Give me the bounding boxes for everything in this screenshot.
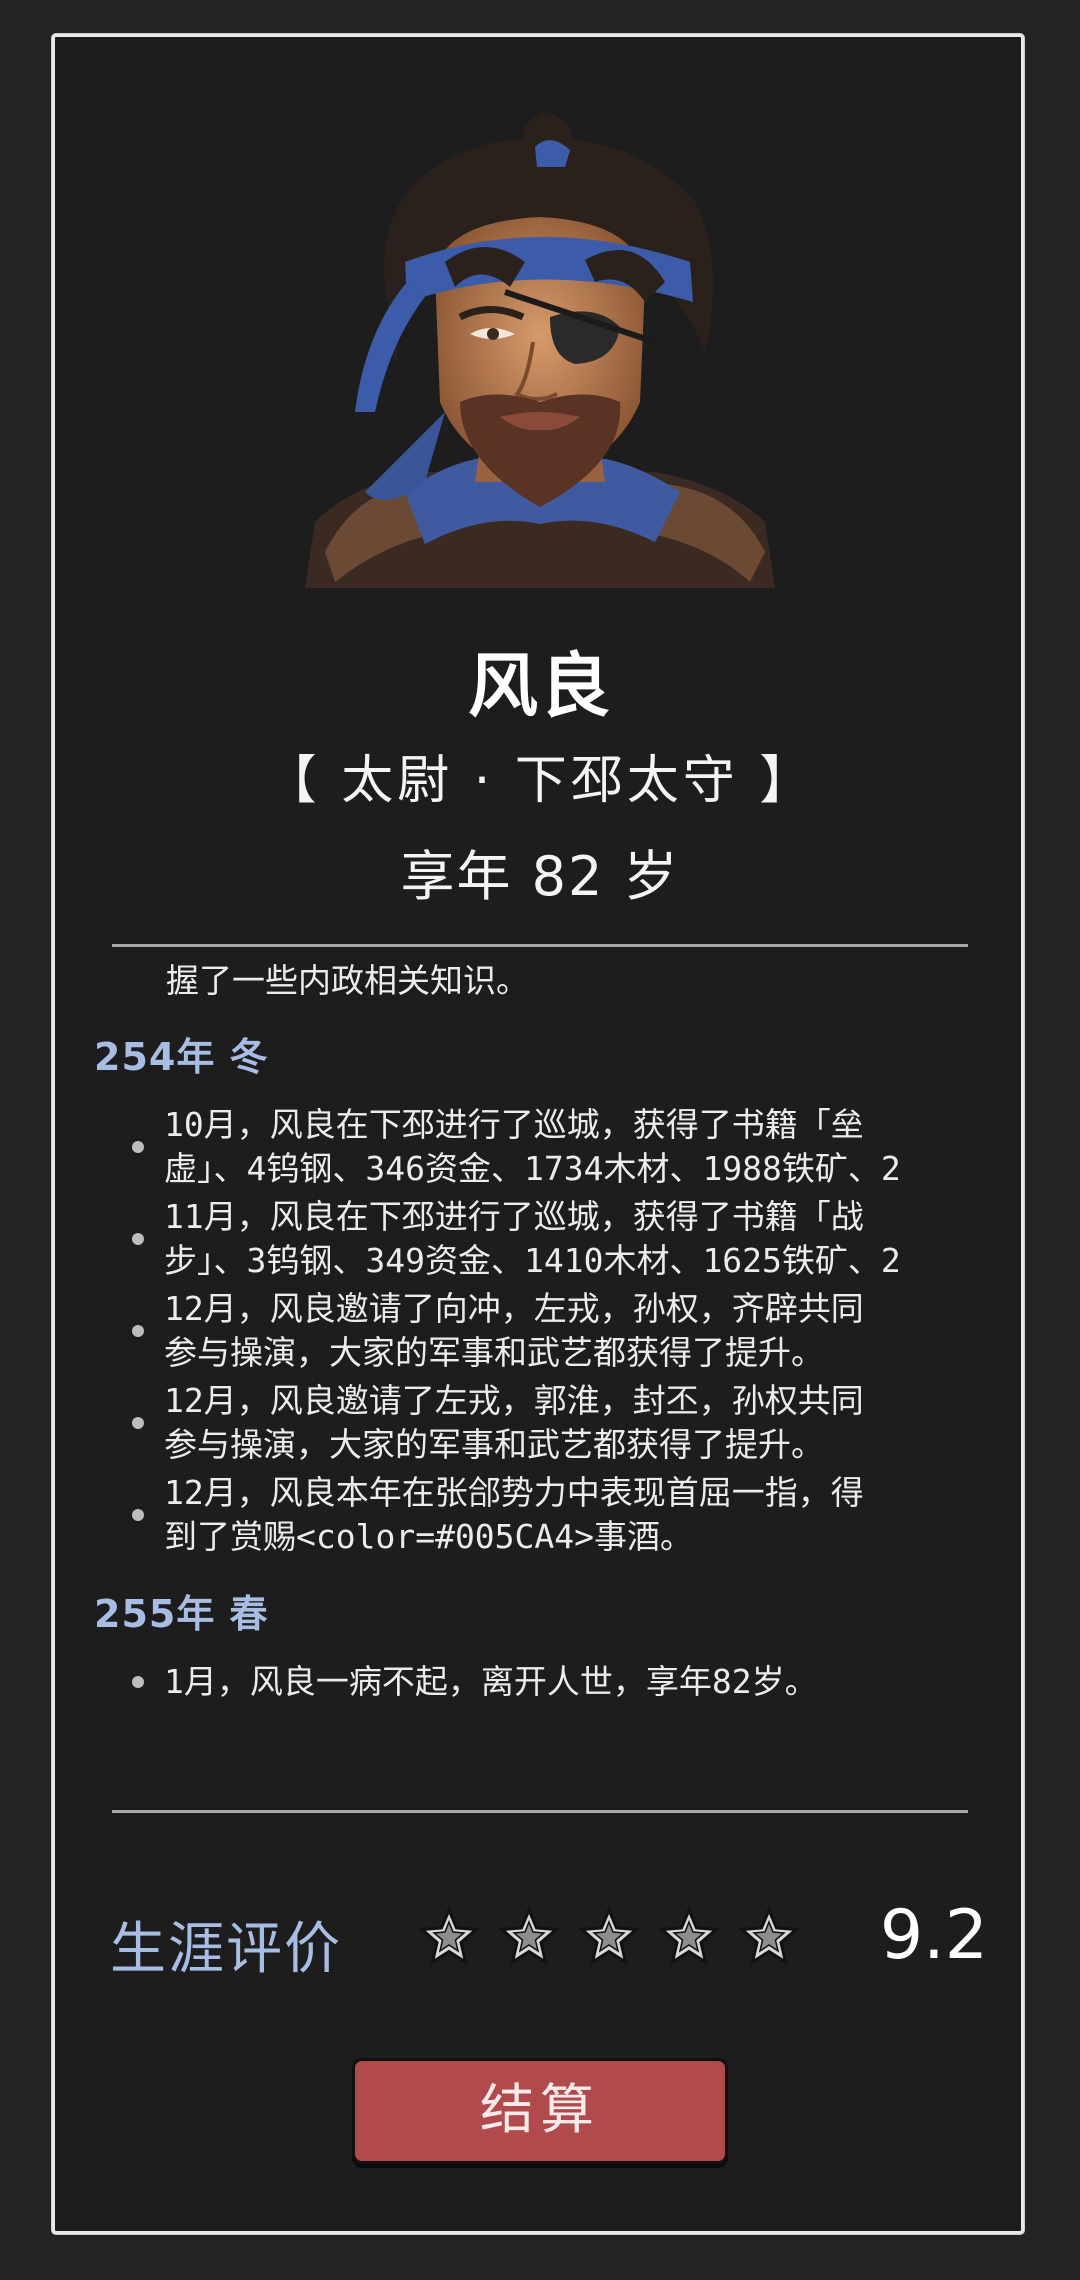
log-partial-line: ˘ 握了一些内政相关知识。: [130, 958, 529, 1000]
divider-top: [112, 944, 968, 947]
character-titles: 【 太尉 · 下邳太守 】: [264, 751, 816, 811]
bullet-icon: [132, 1325, 144, 1337]
log-entry: 1月，风良一病不起，离开人世，享年82岁。: [92, 1660, 992, 1704]
star-icon: [658, 1906, 720, 1966]
log-entry: 11月，风良在下邳进行了巡城，获得了书籍「战 步」、3钨钢、349资金、1410…: [92, 1195, 992, 1283]
bullet-icon: [132, 1233, 144, 1245]
rating-label: 生涯评价: [110, 1917, 342, 1982]
bullet-icon: [132, 1417, 144, 1429]
star-icon: [738, 1906, 800, 1966]
period-header: 255年 春: [94, 1592, 269, 1636]
period-header: 254年 冬: [94, 1035, 269, 1079]
star-icon: [418, 1906, 480, 1966]
star-icon: [578, 1906, 640, 1966]
career-rating: 生涯评价 9.2: [110, 1896, 988, 2000]
character-portrait: [305, 112, 775, 588]
settle-button[interactable]: 结算: [352, 2058, 728, 2164]
bullet-icon: [132, 1676, 144, 1688]
star-icon: [498, 1906, 560, 1966]
bullet-icon: [132, 1509, 144, 1521]
character-age: 享年 82 岁: [400, 845, 680, 908]
bullet-icon: [132, 1141, 144, 1153]
log-entry: 10月，风良在下邳进行了巡城，获得了书籍「垒 虚」、4钨钢、346资金、1734…: [92, 1103, 992, 1191]
divider-bottom: [112, 1810, 968, 1813]
log-entry: 12月，风良邀请了向冲，左戎，孙权，齐辟共同 参与操演，大家的军事和武艺都获得了…: [92, 1287, 992, 1375]
log-entry: 12月，风良本年在张郃势力中表现首屈一指，得 到了赏赐<color=#005CA…: [92, 1471, 992, 1559]
event-log[interactable]: ˘ 握了一些内政相关知识。 254年 冬 10月，风良在下邳进行了巡城，获得了书…: [92, 958, 992, 1738]
log-entry: 12月，风良邀请了左戎，郭淮，封丕，孙权共同 参与操演，大家的军事和武艺都获得了…: [92, 1379, 992, 1467]
character-name: 风良: [468, 645, 612, 727]
rating-score: 9.2: [879, 1896, 988, 1975]
